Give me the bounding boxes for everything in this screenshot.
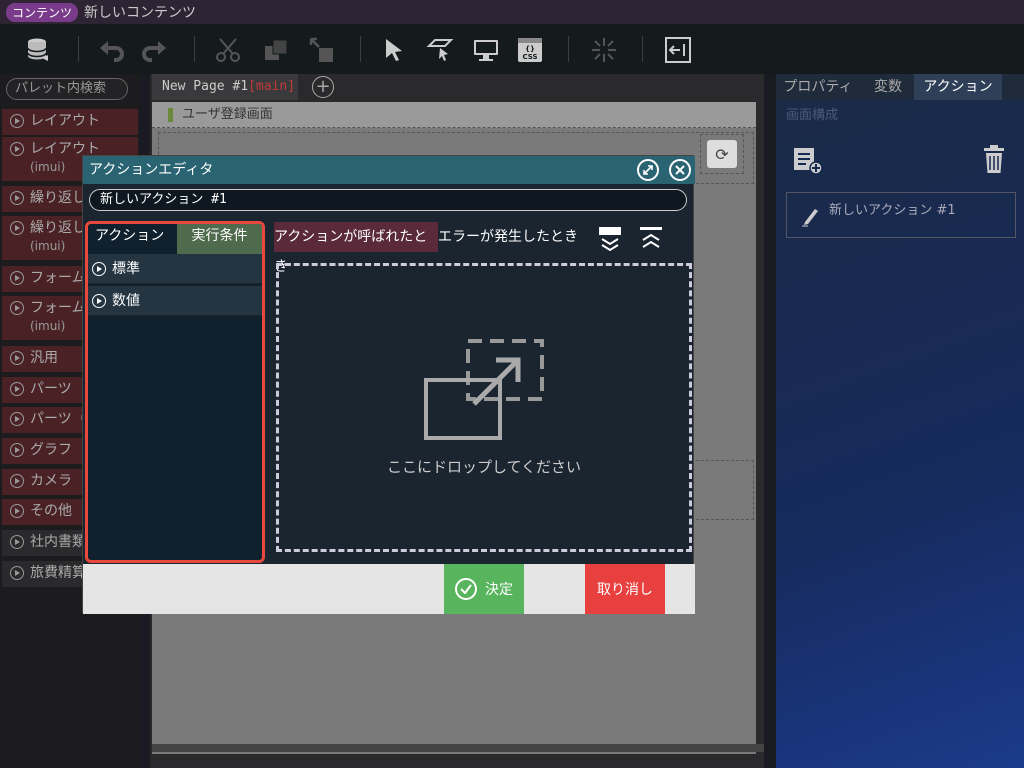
css-icon[interactable]: {} CSS xyxy=(516,36,544,64)
palette-item-layout[interactable]: レイアウト xyxy=(2,109,138,135)
play-circle-icon xyxy=(10,271,24,285)
expand-all-icon[interactable] xyxy=(639,226,663,252)
database-icon[interactable] xyxy=(24,36,52,64)
dialog-footer: 決定 取り消し xyxy=(83,564,695,614)
ok-button[interactable]: 決定 xyxy=(444,564,524,614)
dialog-title: アクションエディタ xyxy=(89,162,214,178)
dialog-header: アクションエディタ xyxy=(83,156,695,184)
action-category-number[interactable]: 数値 xyxy=(88,286,262,316)
add-page-tab-button[interactable]: + xyxy=(312,76,334,98)
screen-structure-label: 画面構成 xyxy=(786,108,839,123)
add-action-icon[interactable] xyxy=(792,144,824,176)
form-select-icon[interactable] xyxy=(426,36,454,64)
svg-text:CSS: CSS xyxy=(522,53,537,61)
close-icon xyxy=(675,165,685,175)
tab-variables[interactable]: 変数 xyxy=(862,74,914,100)
close-button[interactable] xyxy=(669,159,691,181)
tab-execution-condition[interactable]: 実行条件 xyxy=(177,224,262,254)
play-circle-icon xyxy=(10,351,24,365)
page-tabs: New Page #1[main] + xyxy=(150,74,764,100)
paste-icon[interactable] xyxy=(308,36,336,64)
undo-icon[interactable] xyxy=(98,36,126,64)
preview-monitor-icon[interactable] xyxy=(472,36,500,64)
drop-hint-text: ここにドロップしてください xyxy=(386,458,582,476)
play-circle-icon xyxy=(10,382,24,396)
tab-new-page-1[interactable]: New Page #1[main] xyxy=(152,74,298,100)
drop-external-icon xyxy=(424,339,544,440)
action-list-item[interactable]: 新しいアクション #1 xyxy=(786,192,1016,238)
play-circle-icon xyxy=(10,566,24,580)
play-circle-icon xyxy=(10,474,24,488)
cancel-button[interactable]: 取り消し xyxy=(585,564,665,614)
horizontal-scrollbar[interactable] xyxy=(152,744,764,752)
action-category-standard[interactable]: 標準 xyxy=(88,254,262,284)
collapse-all-icon[interactable] xyxy=(598,226,622,252)
right-panel-tabs: プロパティ 変数 アクション xyxy=(776,74,1024,100)
canvas-header: ユーザ登録画面 xyxy=(152,102,756,128)
play-circle-icon xyxy=(10,535,24,549)
play-circle-icon xyxy=(10,114,24,128)
palette-search-input[interactable]: パレット内検索 xyxy=(6,78,128,100)
maximize-button[interactable] xyxy=(637,159,659,181)
select-cursor-icon[interactable] xyxy=(380,36,408,64)
tab-action[interactable]: アクション xyxy=(88,224,177,254)
expand-icon xyxy=(643,165,653,175)
svg-text:{}: {} xyxy=(525,45,535,53)
play-circle-icon xyxy=(10,191,24,205)
refresh-icon: ⟳ xyxy=(707,140,737,168)
sparkle-icon[interactable] xyxy=(590,36,618,64)
play-circle-icon xyxy=(10,443,24,457)
pencil-icon xyxy=(802,209,818,227)
play-circle-icon xyxy=(10,221,24,235)
play-circle-icon xyxy=(92,294,106,308)
title-bar: コンテンツ 新しいコンテンツ xyxy=(0,0,1024,24)
tab-properties[interactable]: プロパティ xyxy=(776,74,860,100)
toolbar: {} CSS xyxy=(0,24,1024,74)
content-badge: コンテンツ xyxy=(6,2,79,22)
window-title: 新しいコンテンツ xyxy=(84,5,197,21)
action-editor-dialog: アクションエディタ 新しいアクション #1 アクション 実行条件 標準 数値 ア… xyxy=(82,155,695,614)
play-circle-icon xyxy=(10,504,24,518)
refresh-button[interactable]: ⟳ xyxy=(700,134,744,174)
tab-on-action-called[interactable]: アクションが呼ばれたとき xyxy=(274,222,438,275)
play-circle-icon xyxy=(92,262,106,276)
trash-icon[interactable] xyxy=(978,144,1010,176)
tab-actions[interactable]: アクション xyxy=(914,74,1002,100)
play-circle-icon xyxy=(10,142,24,156)
action-name-input[interactable]: 新しいアクション #1 xyxy=(89,189,687,211)
action-drop-zone[interactable]: ここにドロップしてください xyxy=(276,263,692,552)
check-icon xyxy=(455,578,477,600)
cut-icon[interactable] xyxy=(214,36,242,64)
action-palette-tabs: アクション 実行条件 xyxy=(88,224,262,254)
action-palette-pane: アクション 実行条件 標準 数値 xyxy=(85,221,265,563)
play-circle-icon xyxy=(10,412,24,426)
tab-on-error[interactable]: エラーが発生したとき xyxy=(438,222,588,252)
panel-toggle-icon[interactable] xyxy=(664,36,692,64)
right-panel: プロパティ 変数 アクション 画面構成 新しいアクション #1 xyxy=(776,74,1024,768)
copy-icon[interactable] xyxy=(262,36,290,64)
play-circle-icon xyxy=(10,301,24,315)
redo-icon[interactable] xyxy=(140,36,168,64)
